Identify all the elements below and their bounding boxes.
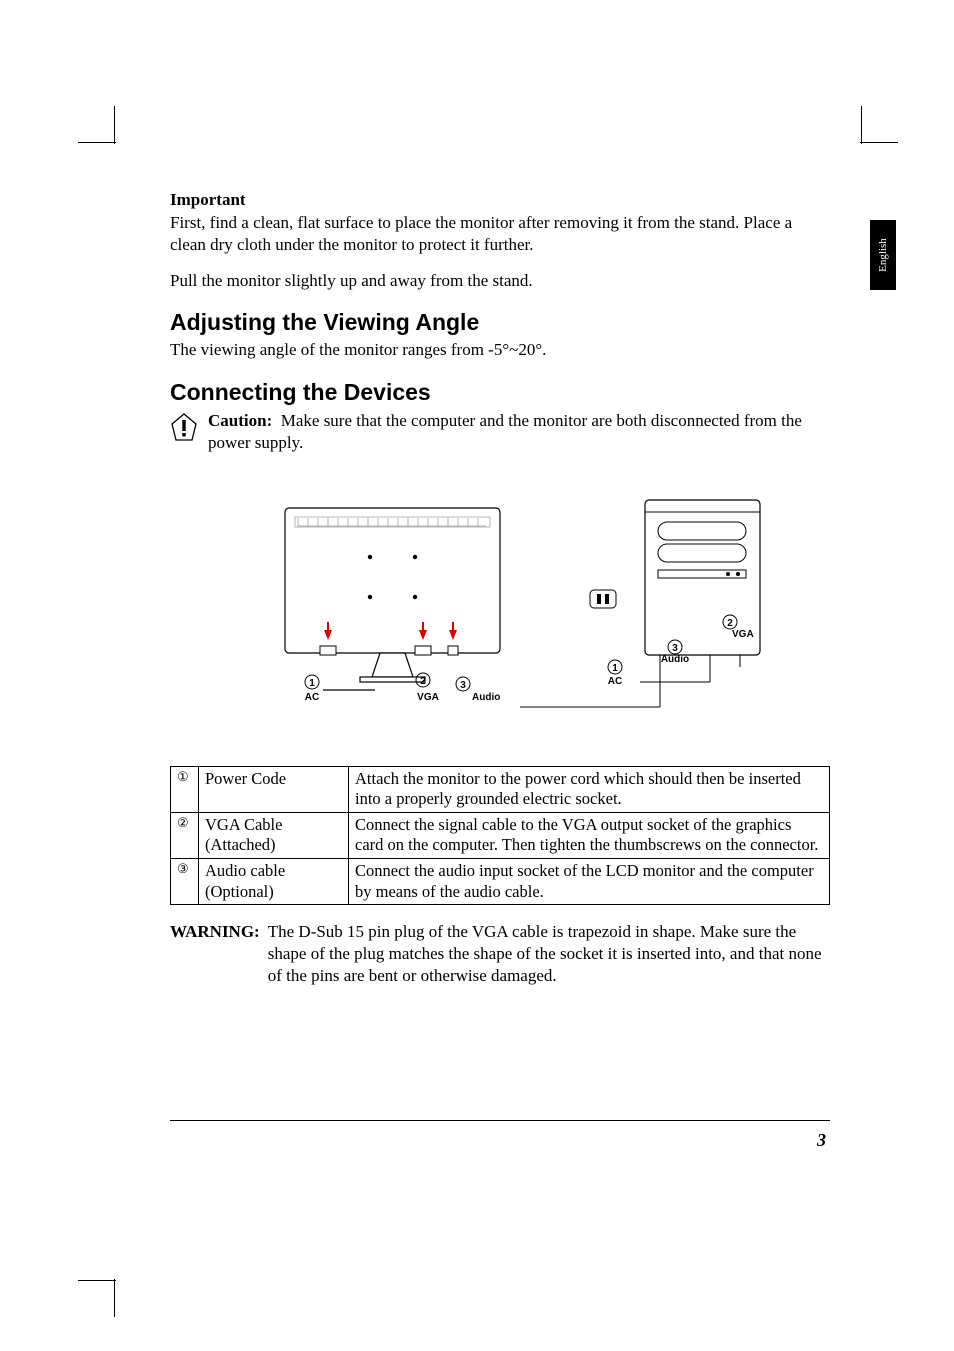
important-paragraph-2: Pull the monitor slightly up and away fr…	[170, 270, 830, 292]
svg-text:1: 1	[309, 678, 315, 689]
svg-text:Audio: Audio	[472, 692, 500, 703]
row-desc-2: Connect the signal cable to the VGA outp…	[349, 812, 830, 858]
adjusting-heading: Adjusting the Viewing Angle	[170, 309, 830, 336]
svg-text:Audio: Audio	[661, 654, 689, 665]
monitor-illustration: 1 2 3 AC VGA Audio	[285, 508, 500, 703]
table-row: ③ Audio cable (Optional) Connect the aud…	[171, 859, 830, 905]
caution-body: Make sure that the computer and the moni…	[208, 411, 802, 452]
important-paragraph-1: First, find a clean, flat surface to pla…	[170, 212, 830, 256]
svg-text:VGA: VGA	[417, 692, 439, 703]
page-number: 3	[817, 1130, 826, 1151]
row-desc-3: Connect the audio input socket of the LC…	[349, 859, 830, 905]
page-content: Important First, find a clean, flat surf…	[170, 190, 830, 987]
caution-text: Caution: Make sure that the computer and…	[208, 410, 830, 454]
row-num-3: ③	[177, 861, 189, 876]
important-heading: Important	[170, 190, 830, 210]
language-tab-label: English	[877, 238, 889, 272]
row-num-1: ①	[177, 769, 189, 784]
adjusting-body: The viewing angle of the monitor ranges …	[170, 339, 830, 361]
language-tab: English	[870, 220, 896, 290]
footer-rule	[170, 1120, 830, 1121]
table-row: ② VGA Cable (Attached) Connect the signa…	[171, 812, 830, 858]
svg-text:AC: AC	[608, 676, 622, 687]
table-row: ① Power Code Attach the monitor to the p…	[171, 766, 830, 812]
svg-text:1: 1	[612, 663, 618, 674]
row-label-3: Audio cable (Optional)	[199, 859, 349, 905]
warning-body: The D-Sub 15 pin plug of the VGA cable i…	[268, 921, 830, 986]
svg-text:2: 2	[727, 618, 733, 629]
caution-label: Caution:	[208, 411, 272, 430]
svg-text:AC: AC	[305, 692, 319, 703]
row-label-2: VGA Cable (Attached)	[199, 812, 349, 858]
svg-text:3: 3	[672, 643, 678, 654]
pc-illustration: 1 AC 3 Audio 2 VGA	[520, 500, 775, 707]
svg-text:3: 3	[460, 680, 466, 691]
row-label-1: Power Code	[199, 766, 349, 812]
row-desc-1: Attach the monitor to the power cord whi…	[349, 766, 830, 812]
connecting-heading: Connecting the Devices	[170, 379, 830, 406]
connection-diagram: 1 2 3 AC VGA Audio	[170, 482, 830, 742]
warning-label: WARNING:	[170, 921, 260, 986]
row-num-2: ②	[177, 815, 189, 830]
svg-text:2: 2	[420, 676, 426, 687]
svg-text:VGA: VGA	[732, 629, 754, 640]
connection-table: ① Power Code Attach the monitor to the p…	[170, 766, 830, 906]
caution-icon	[170, 412, 198, 447]
caution-block: Caution: Make sure that the computer and…	[170, 410, 830, 454]
warning-block: WARNING: The D-Sub 15 pin plug of the VG…	[170, 921, 830, 986]
